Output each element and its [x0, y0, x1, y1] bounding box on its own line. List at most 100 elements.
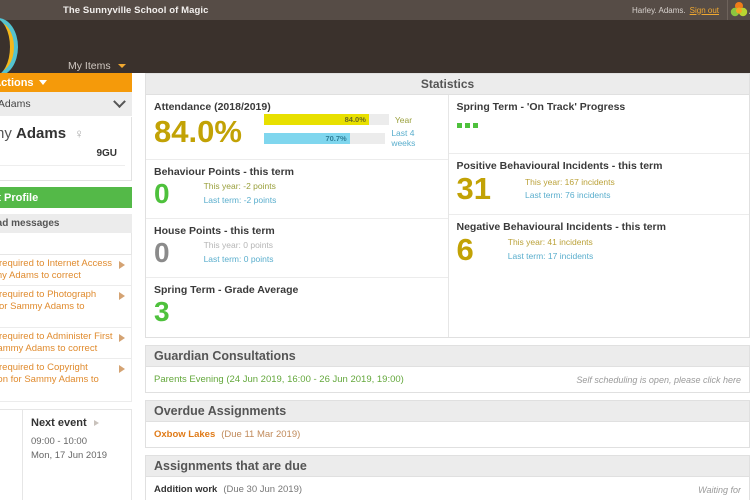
stat-behaviour-points: Behaviour Points - this term 0 This year…: [146, 160, 448, 219]
grade-average-value: 3: [154, 296, 170, 327]
consent-label: Consent required to Administer First Aid…: [0, 331, 113, 355]
house-points-value: 0: [154, 237, 170, 268]
assignment-name[interactable]: Addition work: [154, 484, 217, 495]
consent-list: Consent required to Internet Access for …: [0, 255, 132, 402]
school-name: The Sunnyville School of Magic: [63, 4, 209, 16]
page-root: The Sunnyville School of Magic Harley. A…: [0, 0, 750, 500]
stat-positive-incidents: Positive Behavioural Incidents - this te…: [448, 154, 749, 215]
stat-title: Attendance (2018/2019): [154, 101, 271, 113]
guardian-consultations-header: Guardian Consultations: [145, 345, 750, 367]
table-row[interactable]: Oxbow Lakes (Due 11 Mar 2019): [145, 422, 750, 448]
last-term-line: Last term: 17 incidents: [507, 250, 594, 261]
next-event-body: Next event 09:00 - 10:00 Mon, 17 Jun 201…: [23, 410, 131, 500]
student-selector-value: Sammy Adams: [0, 98, 31, 110]
messages-label: no unread messages: [0, 218, 60, 229]
quick-actions-label: Quick Actions: [0, 76, 34, 89]
last-term-line: Last term: 0 points: [203, 253, 274, 264]
stat-on-track-progress: Spring Term - 'On Track' Progress: [448, 95, 749, 154]
list-item[interactable]: Consent required to Administer First Aid…: [0, 328, 132, 360]
sign-out-link[interactable]: Sign out: [690, 6, 719, 15]
student-form-value: 9GU: [96, 148, 117, 159]
bar-row-last-4-weeks: 70.7% Last 4 weeks: [263, 128, 440, 148]
next-event-title: Next event: [31, 416, 87, 429]
bar-track: 84.0%: [263, 114, 389, 125]
assignment-due: (Due 30 Jun 2019): [223, 484, 303, 495]
stat-title: Negative Behavioural Incidents - this te…: [456, 220, 666, 233]
student-profile-button[interactable]: Student Profile: [0, 187, 132, 208]
student-profile-label: Student Profile: [0, 191, 39, 204]
stat-title: Behaviour Points - this term: [154, 166, 295, 178]
consent-label: Consent required to Copyright Permission…: [0, 362, 99, 385]
bar-fill: 70.7%: [263, 132, 350, 144]
next-event-time: 09:00 - 10:00: [31, 435, 87, 447]
stat-sublines: This year: 41 incidents Last term: 17 in…: [508, 236, 594, 263]
chevron-right-icon: [119, 291, 125, 300]
last-term-line: Last term: 76 incidents: [524, 190, 611, 201]
table-row[interactable]: Addition work (Due 30 Jun 2019) Waiting …: [145, 477, 750, 500]
top-bar: The Sunnyville School of Magic Harley. A…: [0, 0, 750, 20]
female-icon: ♀: [74, 126, 84, 141]
this-year-line: This year: 41 incidents: [507, 237, 593, 248]
bar-label: Year: [394, 114, 413, 125]
guardian-consultations-panel: Guardian Consultations Parents Evening (…: [145, 345, 750, 393]
list-item[interactable]: Consent required to Photograph Student f…: [0, 285, 132, 329]
assignment-name[interactable]: Oxbow Lakes: [154, 429, 215, 440]
this-year-line: This year: 0 points: [203, 240, 274, 251]
table-row[interactable]: Parents Evening (24 Jun 2019, 16:00 - 26…: [145, 367, 750, 393]
progress-dot: [456, 123, 462, 128]
statistics-panel: Statistics Attendance (2018/2019) 84.0%: [145, 73, 750, 338]
overdue-assignments-header: Overdue Assignments: [145, 400, 750, 422]
next-event-card: Term Next event 09:00 - 10:00 Mon, 17 Ju…: [0, 408, 132, 500]
chevron-right-icon: [119, 334, 125, 343]
card-spacer: [0, 166, 131, 180]
nav-my-items-label: My Items: [68, 60, 111, 72]
stat-title: Spring Term - Grade Average: [154, 284, 299, 296]
top-bar-right: Harley. Adams. Sign out A: [632, 0, 750, 20]
assignment-due: (Due 11 Mar 2019): [221, 429, 301, 440]
stat-body: 0 This year: -2 points Last term: -2 poi…: [154, 179, 440, 209]
bar-value: 70.7%: [325, 133, 347, 143]
this-year-line: This year: 167 incidents: [524, 176, 615, 187]
stat-negative-incidents: Negative Behavioural Incidents - this te…: [449, 215, 750, 275]
due-assignments-header: Assignments that are due: [145, 455, 750, 477]
chevron-right-icon: [119, 261, 125, 269]
caret-down-icon: [117, 64, 126, 69]
main-content: Statistics Attendance (2018/2019) 84.0%: [145, 73, 750, 500]
consultation-note: Self scheduling is open, please click he…: [576, 374, 741, 385]
chevron-down-icon: [113, 94, 126, 108]
messages-empty-card: [0, 233, 132, 255]
statistics-header: Statistics: [145, 73, 750, 95]
list-item[interactable]: Consent required to Copyright Permission…: [0, 359, 132, 402]
stat-sublines: This year: 167 incidents Last term: 76 i…: [525, 176, 615, 203]
stat-body: 31 This year: 167 incidents Last term: 7…: [457, 172, 742, 206]
student-info-card: Sammy Adams ♀ Form 9GU: [0, 117, 132, 181]
quick-actions-button[interactable]: Quick Actions: [0, 73, 132, 92]
next-event-date: Mon, 17 Jun 2019: [31, 449, 108, 461]
stat-body: 84.0% 84.0% Year 70.7% Last 4 weeks: [154, 114, 440, 151]
statistics-column-right: Spring Term - 'On Track' Progress Positi…: [447, 95, 750, 337]
nav-my-items[interactable]: My Items: [68, 60, 126, 72]
student-selector[interactable]: Sammy Adams: [0, 92, 132, 117]
overdue-assignments-panel: Overdue Assignments Oxbow Lakes (Due 11 …: [145, 400, 750, 448]
stat-body: 6 This year: 41 incidents Last term: 17 …: [457, 233, 742, 267]
assignment-note: Waiting for: [698, 484, 741, 495]
next-event-title-row[interactable]: Next event: [31, 417, 123, 429]
stat-sublines: This year: 0 points Last term: 0 points: [204, 239, 274, 266]
chevron-right-icon: [119, 365, 125, 374]
consent-label: Consent required to Internet Access for …: [0, 258, 113, 281]
stat-title: House Points - this term: [154, 225, 275, 237]
bar-label: Last 4 weeks: [391, 128, 416, 148]
messages-status[interactable]: no unread messages: [0, 214, 132, 233]
student-first-name: Sammy: [0, 125, 12, 142]
nav-bar: My Items: [0, 18, 750, 76]
statistics-grid: Attendance (2018/2019) 84.0% 84.0% Year …: [145, 95, 750, 338]
bar-value: 84.0%: [344, 115, 366, 124]
consultation-name[interactable]: Parents Evening (24 Jun 2019, 16:00 - 26…: [154, 374, 404, 385]
attendance-value: 84.0%: [154, 114, 242, 150]
list-item[interactable]: Consent required to Internet Access for …: [0, 255, 132, 286]
stat-attendance: Attendance (2018/2019) 84.0% 84.0% Year …: [146, 95, 448, 160]
stat-body: 3: [154, 296, 440, 327]
bar-track: 70.7%: [263, 132, 386, 144]
bar-row-year: 84.0% Year: [263, 114, 440, 125]
stat-grade-average: Spring Term - Grade Average 3: [146, 278, 448, 337]
